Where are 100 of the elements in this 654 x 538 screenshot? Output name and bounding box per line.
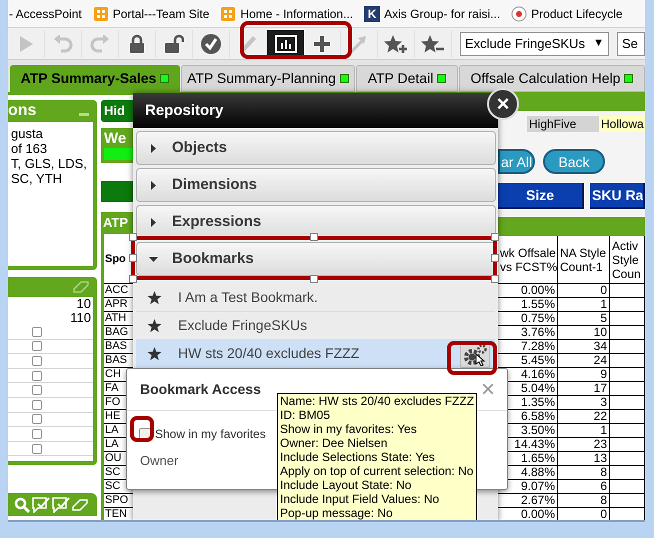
plus-icon bbox=[313, 34, 331, 52]
caret-right-icon bbox=[149, 180, 158, 190]
table-cell: 5 bbox=[558, 312, 610, 325]
search-icon[interactable] bbox=[14, 496, 30, 512]
gear-cursor-icon bbox=[462, 344, 488, 366]
bookmark-link[interactable]: - AccessPoint bbox=[9, 4, 82, 22]
undo-icon bbox=[53, 34, 73, 52]
star-minus-icon bbox=[421, 34, 445, 54]
table-title: ATP bbox=[101, 212, 133, 234]
resize-handle[interactable] bbox=[310, 275, 318, 283]
minimize-button[interactable] bbox=[79, 112, 89, 116]
table-cell: 6 bbox=[558, 480, 610, 493]
annotation-frame bbox=[130, 416, 154, 442]
bookmark-item[interactable]: I Am a Test Bookmark. bbox=[136, 284, 495, 312]
panel-title: ons bbox=[8, 101, 36, 121]
tab[interactable]: ATP Summary-Planning bbox=[181, 65, 355, 92]
panel-title: We bbox=[104, 130, 128, 147]
lock-icon bbox=[129, 34, 145, 54]
dropdown-arrow: ▼ bbox=[593, 36, 604, 52]
chart-icon bbox=[274, 34, 296, 52]
bookmark-link[interactable]: Product Lifecycle bbox=[531, 4, 623, 22]
checkbox[interactable] bbox=[32, 428, 42, 439]
tab[interactable]: ATP Detail bbox=[356, 65, 458, 92]
tooltip-line: Pop-up message: No bbox=[280, 506, 394, 520]
star-plus-icon bbox=[384, 34, 408, 54]
checkbox-label: Show in my favorites bbox=[155, 426, 266, 443]
table-cell: 23 bbox=[558, 438, 610, 451]
star-icon bbox=[147, 290, 162, 304]
field-label: Owner bbox=[140, 452, 178, 470]
accent-strip bbox=[104, 148, 133, 160]
bookmark-link[interactable]: Axis Group- for raisi... bbox=[384, 4, 500, 22]
resize-handle[interactable] bbox=[129, 254, 137, 262]
site-logo-icon: K bbox=[364, 6, 380, 22]
checkbox[interactable] bbox=[32, 341, 42, 352]
checkbox[interactable] bbox=[32, 356, 42, 366]
table-cell: 17 bbox=[558, 382, 610, 395]
tooltip-line: Show in my favorites: Yes bbox=[280, 422, 418, 436]
list-value: 10 bbox=[76, 297, 92, 311]
tooltip-line: Include Layout State: No bbox=[280, 478, 412, 492]
selection-text: of 163 bbox=[11, 141, 48, 156]
table-cell: 9 bbox=[558, 368, 610, 381]
table-cell: 22 bbox=[558, 410, 610, 423]
table-cell: 13 bbox=[558, 452, 610, 465]
tooltip-line: ID: BM05 bbox=[280, 408, 332, 422]
bookmark-item[interactable]: HW sts 20/40 excludes FZZZ bbox=[136, 340, 495, 368]
filter-value[interactable]: HighFive bbox=[527, 116, 599, 132]
checkbox[interactable] bbox=[32, 370, 42, 381]
table-cell: 3 bbox=[558, 396, 610, 409]
bookmark-dropdown[interactable]: Exclude FringeSKUs ▼ bbox=[460, 32, 609, 56]
tooltip-line: Name: HW sts 20/40 excludes FZZZ bbox=[280, 394, 474, 408]
selection-text: T, GLS, LDS, bbox=[11, 156, 88, 171]
comment-check-icon[interactable] bbox=[52, 496, 70, 512]
caret-right-icon bbox=[149, 218, 158, 226]
selection-text: SC, YTH bbox=[11, 171, 64, 186]
table-cell: 1 bbox=[558, 298, 610, 311]
site-logo-icon bbox=[511, 6, 528, 22]
table-cell: 34 bbox=[558, 340, 610, 353]
resize-handle[interactable] bbox=[491, 233, 499, 241]
eraser-icon[interactable] bbox=[73, 281, 89, 293]
checkbox[interactable] bbox=[32, 385, 42, 396]
resize-handle[interactable] bbox=[129, 233, 137, 241]
status-indicator-icon bbox=[340, 74, 349, 83]
accordion-section[interactable]: Bookmarks bbox=[136, 242, 496, 276]
star-icon bbox=[147, 318, 162, 332]
comment-check-icon[interactable] bbox=[32, 496, 50, 512]
field-button[interactable]: SKU Ra bbox=[590, 183, 645, 210]
hide-button[interactable]: Hid bbox=[101, 100, 133, 122]
caret-down-icon bbox=[149, 254, 158, 264]
resize-handle[interactable] bbox=[491, 254, 499, 262]
checkbox[interactable] bbox=[32, 414, 42, 424]
filter-value[interactable]: Hollowa bbox=[599, 116, 645, 132]
list-value: 110 bbox=[69, 311, 92, 325]
accordion-section[interactable]: Dimensions bbox=[136, 168, 496, 202]
tab[interactable]: ATP Summary-Sales bbox=[10, 65, 180, 92]
popup-title: Bookmark Access bbox=[140, 380, 261, 399]
column-header: Activ Style Coun bbox=[610, 236, 645, 283]
accordion-section[interactable]: Expressions bbox=[136, 205, 496, 239]
tooltip-line: Include Selections State: Yes bbox=[280, 450, 436, 464]
resize-handle[interactable] bbox=[129, 275, 137, 283]
dialog-title: Repository bbox=[133, 93, 498, 128]
tab[interactable]: Offsale Calculation Help bbox=[459, 65, 645, 92]
field-button[interactable]: Size bbox=[498, 183, 584, 210]
selection-text: gusta bbox=[11, 126, 44, 141]
checkbox[interactable] bbox=[32, 400, 42, 410]
checkbox[interactable] bbox=[32, 444, 42, 454]
resize-handle[interactable] bbox=[310, 233, 318, 241]
table-cell: 0 bbox=[558, 508, 610, 520]
search-field[interactable]: Se bbox=[617, 32, 645, 56]
annotation-frame bbox=[447, 341, 497, 375]
table-cell: 8 bbox=[558, 466, 610, 479]
redo-icon bbox=[90, 34, 110, 52]
bookmark-link[interactable]: Portal---Team Site bbox=[112, 4, 210, 22]
checkbox[interactable] bbox=[32, 326, 42, 337]
chart-button[interactable] bbox=[267, 30, 304, 58]
bookmark-link[interactable]: Home - Information... bbox=[240, 4, 354, 22]
accordion-section[interactable]: Objects bbox=[136, 131, 496, 165]
status-indicator-icon bbox=[160, 74, 170, 83]
table-cell: 8 bbox=[558, 494, 610, 507]
tooltip-line: Owner: Dee Nielsen bbox=[280, 436, 388, 450]
resize-handle[interactable] bbox=[491, 275, 499, 283]
